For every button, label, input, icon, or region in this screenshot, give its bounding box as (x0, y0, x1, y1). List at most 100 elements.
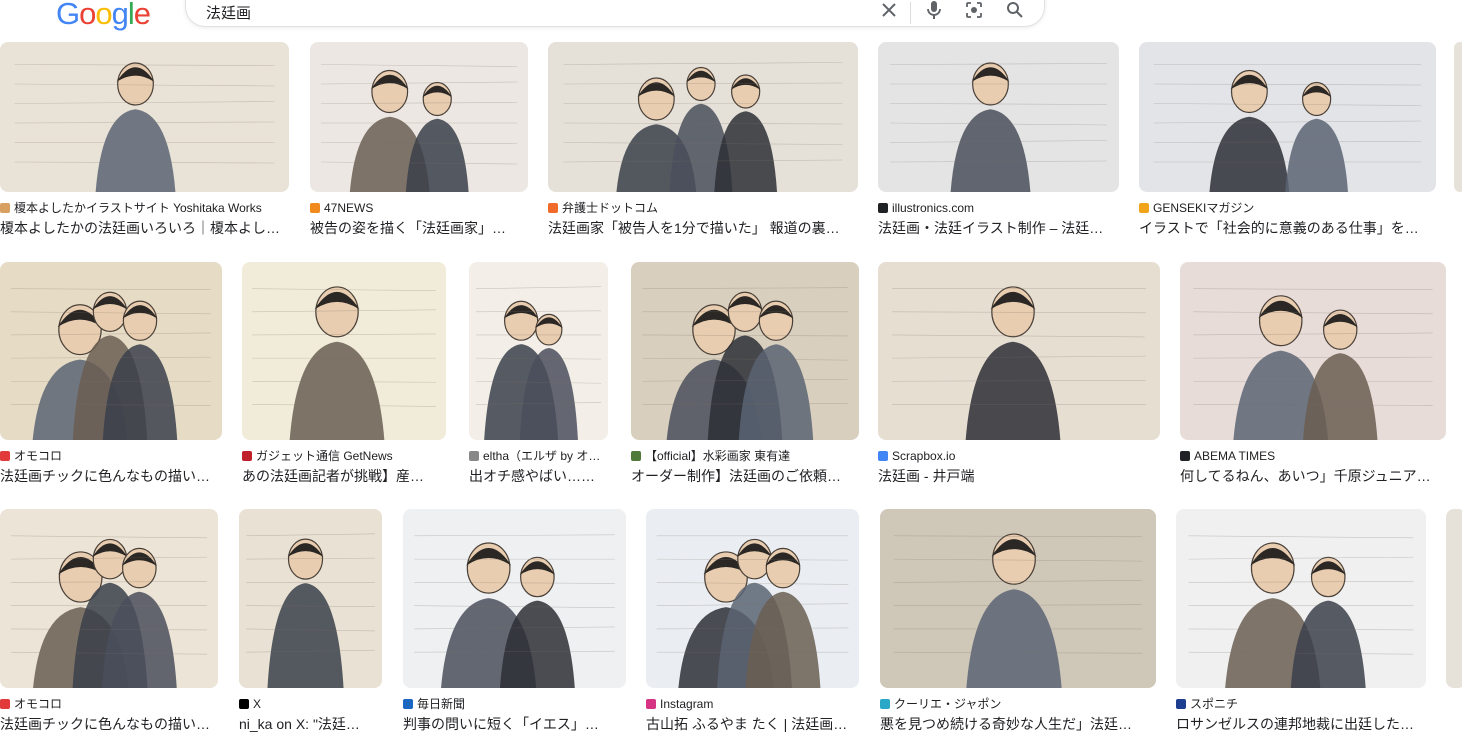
logo-letter: e (133, 0, 151, 31)
favicon-icon (1139, 203, 1149, 213)
courtroom-sketch-image (1176, 509, 1426, 688)
result-thumbnail[interactable] (0, 42, 289, 192)
result-source[interactable]: illustronics.com (878, 200, 1119, 216)
google-logo[interactable]: Google (56, 0, 151, 32)
result-source[interactable]: クーリエ・ジャポン (880, 696, 1156, 712)
mic-icon[interactable] (923, 0, 945, 21)
result-title[interactable]: オーダー制作】法廷画のご依頼… (631, 466, 859, 486)
result-source[interactable]: 【official】水彩画家 東有達 (631, 448, 859, 464)
result-source-label: 榎本よしたかイラストサイト Yoshitaka Works (14, 201, 262, 215)
result-thumbnail[interactable] (242, 262, 446, 440)
result-title[interactable]: 榎本よしたかの法廷画いろいろ｜榎本よし… (0, 218, 289, 238)
result-thumbnail[interactable] (548, 42, 858, 192)
favicon-icon (631, 451, 641, 461)
result-source[interactable]: 弁護士ドットコム (548, 200, 858, 216)
favicon-icon (880, 699, 890, 709)
result-title[interactable]: 法廷画家「被告人を1分で描いた」 報道の裏… (548, 218, 858, 238)
result-source[interactable]: オモコロ (0, 696, 218, 712)
result-thumbnail[interactable] (646, 509, 859, 688)
header: Google 法廷画 (0, 0, 1462, 42)
result-title[interactable]: 古山拓 ふるやま たく | 法廷画… (646, 714, 859, 734)
result-source-label: 毎日新聞 (417, 697, 466, 711)
result-source-label: スポニチ (1190, 697, 1239, 711)
result-thumbnail[interactable] (880, 509, 1156, 688)
result-source-label: Scrapbox.io (892, 449, 956, 463)
favicon-icon (548, 203, 558, 213)
result-title[interactable]: 判事の問いに短く「イエス」… (403, 714, 626, 734)
favicon-icon (878, 451, 888, 461)
favicon-icon (0, 451, 10, 461)
result-thumbnail[interactable] (1176, 509, 1426, 688)
logo-letter: G (56, 0, 80, 31)
result-thumbnail[interactable] (469, 262, 608, 440)
result-source[interactable]: ガジェット通信 GetNews (242, 448, 446, 464)
result-source[interactable]: Scrapbox.io (878, 448, 1160, 464)
camera-lens-icon[interactable] (963, 0, 985, 21)
result-source[interactable]: 榎本よしたかイラストサイト Yoshitaka Works (0, 200, 289, 216)
result-title[interactable]: 法廷画チックに色んなもの描い… (0, 466, 222, 486)
result-thumbnail[interactable] (0, 509, 218, 688)
result-source[interactable]: 毎日新聞 (403, 696, 626, 712)
result-source-label: 47NEWS (324, 201, 374, 215)
result-source-label: illustronics.com (892, 201, 975, 215)
result-source[interactable]: Instagram (646, 696, 859, 712)
courtroom-sketch-image (403, 509, 626, 688)
result-source[interactable]: eltha（エルザ by オ… (469, 448, 608, 464)
result-source[interactable]: 47NEWS (310, 200, 528, 216)
favicon-icon (0, 699, 10, 709)
courtroom-sketch-image (0, 42, 289, 192)
courtroom-sketch-image (548, 42, 858, 192)
result-title[interactable]: 法廷画・法廷イラスト制作 – 法廷… (878, 218, 1119, 238)
result-thumbnail[interactable] (0, 262, 222, 440)
courtroom-sketch-image (878, 262, 1160, 440)
result-title[interactable]: あの法廷画記者が挑戦】産… (242, 466, 446, 486)
search-icon[interactable] (1004, 0, 1026, 21)
courtroom-sketch-image (880, 509, 1156, 688)
result-thumbnail[interactable] (1180, 262, 1446, 440)
result-source[interactable]: スポニチ (1176, 696, 1426, 712)
search-divider (910, 2, 911, 24)
result-source[interactable]: ABEMA TIMES (1180, 448, 1446, 464)
courtroom-sketch-image (646, 509, 859, 688)
courtroom-sketch-image (0, 262, 222, 440)
result-source-label: 弁護士ドットコム (562, 201, 659, 215)
favicon-icon (310, 203, 320, 213)
result-title[interactable]: 何してるねん、あいつ」千原ジュニア… (1180, 466, 1446, 486)
result-title[interactable]: ロサンゼルスの連邦地裁に出廷した… (1176, 714, 1426, 734)
result-source[interactable]: オモコロ (0, 448, 222, 464)
result-source-label: クーリエ・ジャポン (894, 697, 1002, 711)
result-thumbnail[interactable] (631, 262, 859, 440)
result-source[interactable]: GENSEKIマガジン (1139, 200, 1436, 216)
result-thumbnail[interactable] (310, 42, 528, 192)
result-source-label: オモコロ (14, 449, 63, 463)
result-title[interactable]: 法廷画チックに色んなもの描い… (0, 714, 218, 734)
favicon-icon (403, 699, 413, 709)
result-source[interactable]: X (239, 696, 382, 712)
result-title[interactable]: ni_ka on X: "法廷… (239, 714, 382, 734)
result-source-label: Instagram (660, 697, 714, 711)
result-source-label: ABEMA TIMES (1194, 449, 1276, 463)
favicon-icon (469, 451, 479, 461)
result-thumbnail[interactable] (878, 42, 1119, 192)
courtroom-sketch-image (242, 262, 446, 440)
courtroom-sketch-image (469, 262, 608, 440)
result-title[interactable]: 法廷画 - 井戸端 (878, 466, 1160, 486)
search-input[interactable]: 法廷画 (206, 2, 251, 23)
result-title[interactable]: 悪を見つめ続ける奇妙な人生だ」法廷… (880, 714, 1156, 734)
result-thumbnail[interactable] (403, 509, 626, 688)
result-source-label: オモコロ (14, 697, 63, 711)
result-thumbnail[interactable] (1139, 42, 1436, 192)
result-thumbnail[interactable] (878, 262, 1160, 440)
partial-thumbnail[interactable] (1454, 42, 1462, 192)
result-thumbnail[interactable] (239, 509, 382, 688)
result-title[interactable]: イラストで「社会的に意義のある仕事」を… (1139, 218, 1436, 238)
result-title[interactable]: 出オチ感やばい…… (469, 466, 608, 486)
logo-letter: o (79, 0, 96, 31)
courtroom-sketch-image (239, 509, 382, 688)
result-source-label: GENSEKIマガジン (1153, 201, 1255, 215)
partial-thumbnail[interactable] (1446, 509, 1462, 688)
result-title[interactable]: 被告の姿を描く「法廷画家」… (310, 218, 528, 238)
search-box[interactable]: 法廷画 (185, 0, 1045, 27)
courtroom-sketch-image (878, 42, 1119, 192)
close-icon[interactable] (878, 0, 900, 21)
